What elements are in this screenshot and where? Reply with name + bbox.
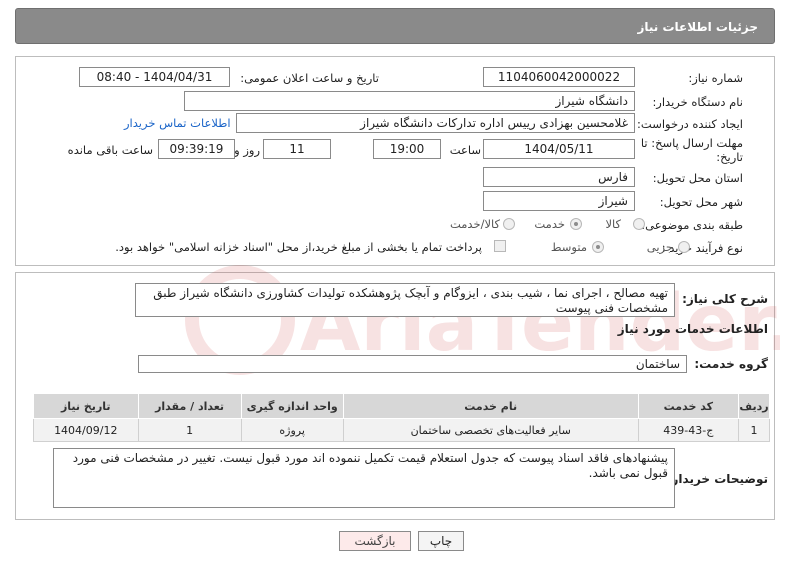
services-table-header: ردیف کد خدمت نام خدمت واحد اندازه گیری ت… [33, 393, 770, 419]
cell-service-code: ج-43-439 [637, 418, 740, 442]
print-button[interactable]: چاپ [418, 531, 464, 551]
creator-field: غلامحسین بهزادی رییس اداره تدارکات دانشگ… [236, 113, 635, 133]
remaining-label: ساعت باقی مانده [67, 143, 153, 157]
col-service-name: نام خدمت [342, 393, 639, 419]
category-service-radio[interactable] [570, 218, 582, 230]
page-header: جزئیات اطلاعات نیاز [15, 8, 775, 44]
deadline-date-field: 1404/05/11 [483, 139, 635, 159]
category-label: طبقه بندی موضوعی: [641, 218, 743, 232]
days-field: 11 [263, 139, 331, 159]
cell-row: 1 [738, 418, 770, 442]
days-label: روز و [234, 143, 260, 157]
summary-label: شرح کلی نیاز: [682, 292, 768, 306]
page-title: جزئیات اطلاعات نیاز [637, 20, 758, 34]
services-section-title: اطلاعات خدمات مورد نیاز [617, 322, 768, 336]
province-field: فارس [483, 167, 635, 187]
deadline-time-field: 19:00 [373, 139, 441, 159]
buyer-org-field: دانشگاه شیراز [184, 91, 635, 111]
city-field: شیراز [483, 191, 635, 211]
cell-unit: پروژه [240, 418, 344, 442]
col-need-date: تاریخ نیاز [33, 393, 139, 419]
deadline-label-line2: تاریخ: [716, 150, 743, 164]
category-goods-service-radio[interactable] [503, 218, 515, 230]
services-table: ردیف کد خدمت نام خدمت واحد اندازه گیری ت… [33, 393, 770, 442]
col-quantity: تعداد / مقدار [137, 393, 242, 419]
category-goods-service-label: کالا/خدمت [449, 217, 500, 231]
category-goods-label: کالا [605, 217, 621, 231]
category-service-label: خدمت [534, 217, 565, 231]
col-row: ردیف [738, 393, 770, 419]
province-label: استان محل تحویل: [652, 171, 743, 185]
col-service-code: کد خدمت [637, 393, 740, 419]
city-label: شهر محل تحویل: [659, 195, 743, 209]
category-goods-radio[interactable] [633, 218, 645, 230]
deadline-label-line1: مهلت ارسال پاسخ: تا [640, 136, 743, 150]
col-unit: واحد اندازه گیری [240, 393, 344, 419]
service-group-field: ساختمان [138, 355, 687, 373]
buyer-notes-label: توضیحات خریدار: [666, 472, 768, 486]
deadline-label: مهلت ارسال پاسخ: تا تاریخ: [641, 136, 743, 164]
summary-textarea: تهیه مصالح ، اجرای نما ، شیب بندی ، ایزو… [135, 283, 675, 317]
cell-quantity: 1 [137, 418, 242, 442]
cell-service-name: سایر فعالیت‌های تخصصی ساختمان [342, 418, 639, 442]
remaining-time-field: 09:39:19 [158, 139, 235, 159]
announce-label: تاریخ و ساعت اعلان عمومی: [240, 71, 379, 85]
need-number-label: شماره نیاز: [688, 71, 743, 85]
buyer-org-label: نام دستگاه خریدار: [652, 95, 743, 109]
announce-field: 1404/04/31 - 08:40 [79, 67, 230, 87]
creator-label: ایجاد کننده درخواست: [637, 117, 743, 131]
buyer-contact-link[interactable]: اطلاعات تماس خریدار [124, 116, 231, 130]
buyer-notes-textarea: پیشنهادهای فاقد اسناد پیوست که جدول استع… [53, 448, 675, 508]
back-button[interactable]: بازگشت [339, 531, 411, 551]
table-row: 1 ج-43-439 سایر فعالیت‌های تخصصی ساختمان… [33, 418, 770, 442]
time-label: ساعت [449, 143, 481, 157]
service-group-label: گروه خدمت: [694, 357, 768, 371]
cell-need-date: 1404/09/12 [33, 418, 139, 442]
need-number-field: 1104060042000022 [483, 67, 635, 87]
